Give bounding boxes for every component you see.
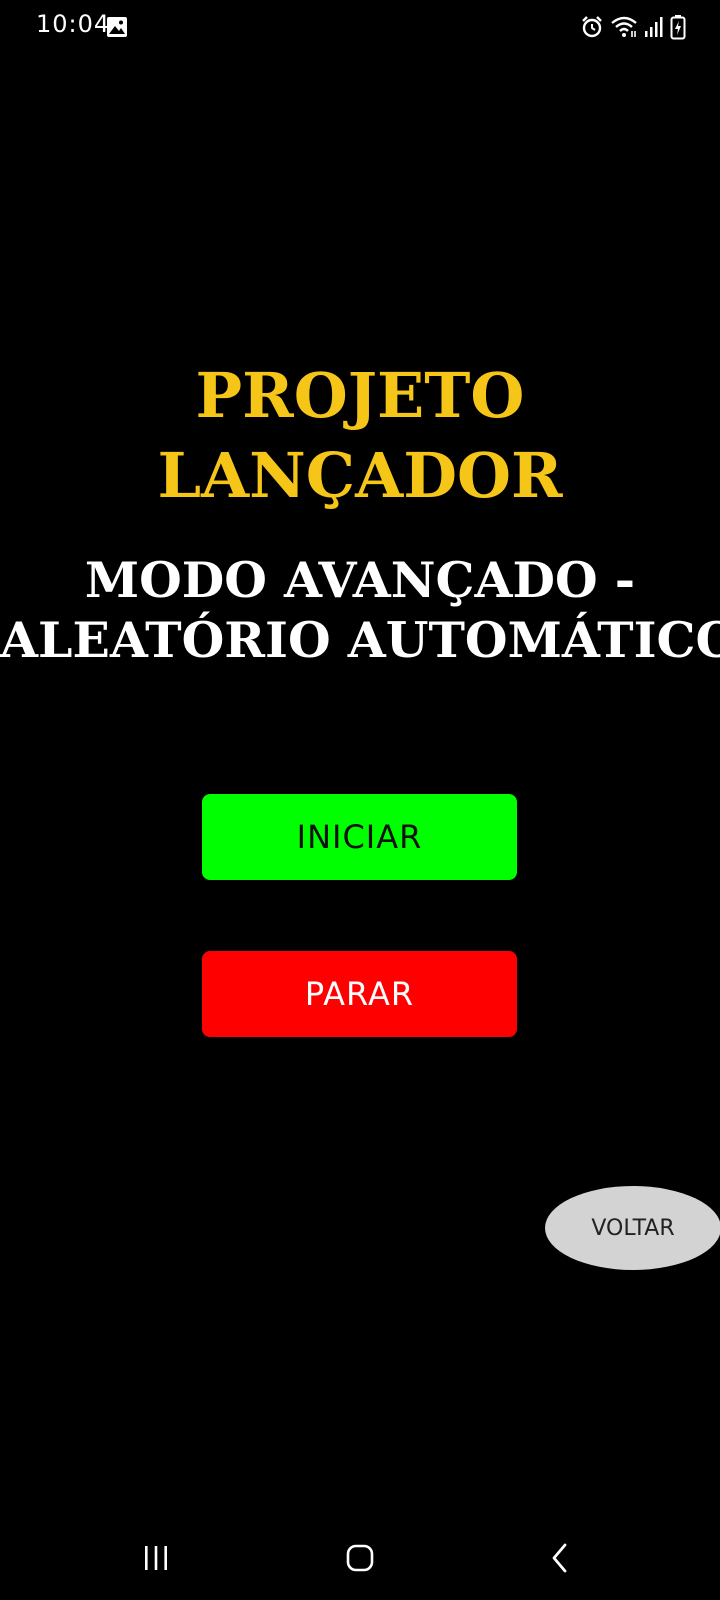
signal-icon (644, 15, 664, 39)
app-screen: 10:04 PROJETO LANÇADOR MODO AVANÇADO - A… (0, 0, 720, 1600)
mode-subtitle-line1: MODO AVANÇADO - (84, 551, 636, 609)
mode-subtitle-line2: ALEATÓRIO AUTOMÁTICO (0, 611, 720, 669)
home-icon[interactable] (338, 1536, 382, 1580)
status-time: 10:04 (36, 10, 111, 38)
wifi-icon (610, 15, 638, 39)
gallery-icon (106, 16, 128, 38)
app-title-line1: PROJETO (195, 359, 525, 432)
app-title-line2: LANÇADOR (157, 439, 563, 512)
navigation-bar (0, 1516, 720, 1600)
app-title: PROJETO LANÇADOR (0, 356, 720, 516)
stop-button[interactable]: PARAR (202, 951, 517, 1037)
alarm-icon (580, 15, 604, 39)
battery-charging-icon (670, 14, 686, 40)
back-button[interactable]: VOLTAR (545, 1186, 720, 1270)
start-button[interactable]: INICIAR (202, 794, 517, 880)
status-icons (580, 14, 686, 40)
mode-subtitle: MODO AVANÇADO - ALEATÓRIO AUTOMÁTICO (0, 550, 720, 670)
status-bar: 10:04 (0, 0, 720, 56)
recent-apps-icon[interactable] (134, 1536, 178, 1580)
back-icon[interactable] (538, 1536, 582, 1580)
